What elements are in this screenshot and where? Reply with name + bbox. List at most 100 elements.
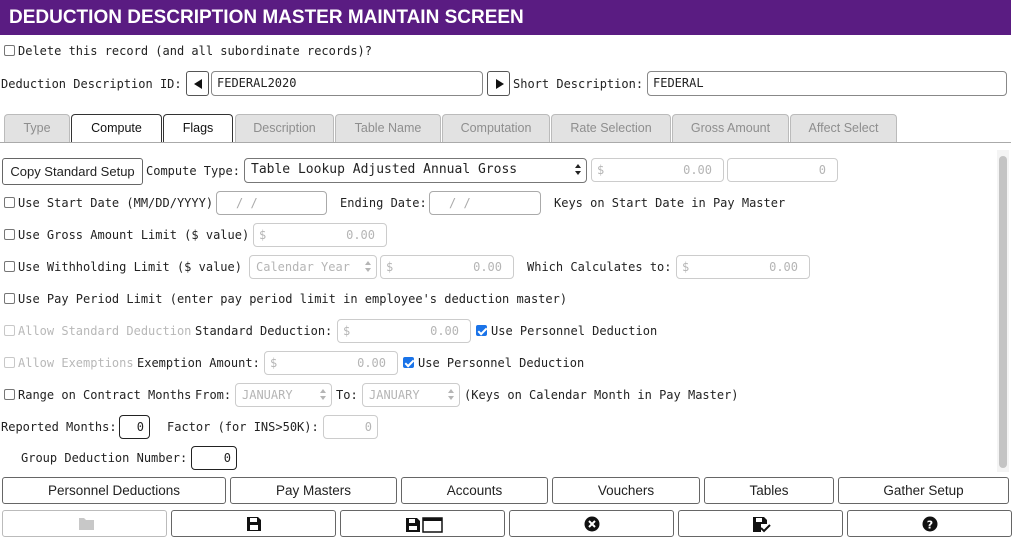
- from-label: From:: [195, 388, 232, 402]
- delete-record-checkbox[interactable]: [4, 45, 15, 56]
- use-start-date-label: Use Start Date (MM/DD/YYYY): [18, 196, 214, 210]
- help-icon: ?: [922, 516, 938, 532]
- personnel-deductions-button[interactable]: Personnel Deductions: [2, 477, 226, 504]
- compute-amount-value: 0.00: [683, 163, 712, 177]
- allow-standard-deduction-label: Allow Standard Deduction: [18, 324, 192, 338]
- exemption-amount-label: Exemption Amount:: [137, 356, 260, 370]
- compute-type-select[interactable]: Table Lookup Adjusted Annual Gross: [244, 158, 587, 183]
- reported-months-label: Reported Months:: [1, 420, 117, 434]
- arrow-right-icon: [496, 79, 504, 89]
- tab-computation[interactable]: Computation: [442, 114, 550, 142]
- start-date-input[interactable]: / /: [216, 191, 327, 215]
- which-calculates-input[interactable]: $0.00: [676, 255, 810, 279]
- standard-deduction-input[interactable]: $0.00: [337, 319, 471, 343]
- tab-description[interactable]: Description: [235, 114, 334, 142]
- tab-flags[interactable]: Flags: [163, 114, 233, 143]
- use-personnel-deduction-checkbox-1[interactable]: [476, 325, 487, 336]
- group-deduction-input[interactable]: 0: [191, 446, 237, 470]
- ending-date-label: Ending Date:: [340, 196, 427, 210]
- range-contract-months-checkbox[interactable]: [4, 389, 15, 400]
- use-personnel-deduction-checkbox-2[interactable]: [403, 357, 414, 368]
- std-ded-value: 0.00: [430, 324, 459, 338]
- tab-gross-amount[interactable]: Gross Amount: [672, 114, 789, 142]
- to-label: To:: [336, 388, 358, 402]
- which-calculates-label: Which Calculates to:: [527, 260, 672, 274]
- delete-record-label: Delete this record (and all subordinate …: [18, 44, 373, 58]
- to-month-select[interactable]: JANUARY: [362, 383, 460, 407]
- save-window-icon: [406, 517, 443, 533]
- withholding-value: 0.00: [473, 260, 502, 274]
- copy-standard-setup-button[interactable]: Copy Standard Setup: [2, 158, 143, 185]
- save-check-icon: [753, 517, 771, 533]
- use-withholding-limit-checkbox[interactable]: [4, 261, 15, 272]
- factor-label: Factor (for INS>50K):: [167, 420, 319, 434]
- reported-months-input[interactable]: 0: [119, 415, 150, 439]
- gather-setup-button[interactable]: Gather Setup: [838, 477, 1009, 504]
- factor-value: 0: [364, 420, 372, 434]
- save-button[interactable]: [171, 510, 336, 537]
- folder-icon: [79, 518, 94, 530]
- use-start-date-checkbox[interactable]: [4, 197, 15, 208]
- which-calc-value: 0.00: [769, 260, 798, 274]
- tab-affect-select[interactable]: Affect Select: [790, 114, 897, 142]
- allow-exemptions-checkbox[interactable]: [4, 357, 15, 368]
- accounts-button[interactable]: Accounts: [401, 477, 548, 504]
- allow-standard-deduction-checkbox[interactable]: [4, 325, 15, 336]
- use-pay-period-limit-checkbox[interactable]: [4, 293, 15, 304]
- from-month-select[interactable]: JANUARY: [235, 383, 332, 407]
- tables-button[interactable]: Tables: [704, 477, 834, 504]
- factor-input[interactable]: 0: [323, 415, 378, 439]
- page-title: DEDUCTION DESCRIPTION MASTER MAINTAIN SC…: [0, 0, 1011, 35]
- svg-text:?: ?: [927, 519, 933, 532]
- compute-count-input[interactable]: 0: [727, 158, 838, 182]
- use-gross-limit-label: Use Gross Amount Limit ($ value): [18, 228, 250, 242]
- tab-compute[interactable]: Compute: [71, 114, 162, 143]
- group-deduction-value: 0: [223, 451, 231, 465]
- save-window-button[interactable]: [340, 510, 505, 537]
- short-description-input[interactable]: FEDERAL: [647, 71, 1007, 96]
- tab-table-name[interactable]: Table Name: [335, 114, 441, 142]
- compute-type-value: Table Lookup Adjusted Annual Gross: [251, 162, 518, 177]
- ending-date-input[interactable]: / /: [429, 191, 541, 215]
- prev-record-button[interactable]: [186, 71, 209, 96]
- range-contract-months-label: Range on Contract Months: [18, 388, 192, 402]
- open-folder-button[interactable]: [2, 510, 167, 537]
- exemption-amount-input[interactable]: $0.00: [264, 351, 398, 375]
- ending-date-value: / /: [449, 196, 471, 210]
- deduction-id-input[interactable]: FEDERAL2020: [211, 71, 483, 96]
- help-button[interactable]: ?: [847, 510, 1012, 537]
- pay-masters-button[interactable]: Pay Masters: [230, 477, 397, 504]
- exempt-prefix: $: [270, 356, 278, 370]
- cancel-button[interactable]: [509, 510, 674, 537]
- gross-limit-input[interactable]: $0.00: [253, 223, 387, 247]
- arrow-left-icon: [194, 79, 202, 89]
- withholding-period-value: Calendar Year: [256, 260, 350, 274]
- tab-divider: [0, 142, 1011, 143]
- group-deduction-label: Group Deduction Number:: [21, 451, 188, 465]
- use-personnel-deduction-label-1: Use Personnel Deduction: [491, 324, 658, 338]
- compute-amount-prefix: $: [597, 163, 605, 177]
- compute-amount-input[interactable]: $0.00: [591, 158, 724, 182]
- deduction-id-label: Deduction Description ID:: [1, 77, 182, 91]
- compute-type-label: Compute Type:: [146, 164, 240, 178]
- tab-type[interactable]: Type: [4, 114, 70, 142]
- withholding-period-select[interactable]: Calendar Year: [249, 255, 377, 279]
- gross-limit-prefix: $: [259, 228, 267, 242]
- keys-start-date-text: Keys on Start Date in Pay Master: [554, 196, 786, 210]
- deduction-id-value: FEDERAL2020: [217, 76, 297, 90]
- to-month-value: JANUARY: [369, 388, 420, 402]
- reported-months-value: 0: [136, 420, 144, 434]
- short-description-value: FEDERAL: [653, 76, 704, 90]
- keys-calendar-text: (Keys on Calendar Month in Pay Master): [464, 388, 739, 402]
- next-record-button[interactable]: [487, 71, 510, 96]
- save-check-button[interactable]: [678, 510, 843, 537]
- withholding-prefix: $: [386, 260, 394, 274]
- which-calc-prefix: $: [682, 260, 690, 274]
- use-pay-period-limit-label: Use Pay Period Limit (enter pay period l…: [18, 292, 568, 306]
- use-gross-limit-checkbox[interactable]: [4, 229, 15, 240]
- vouchers-button[interactable]: Vouchers: [552, 477, 700, 504]
- tab-rate-selection[interactable]: Rate Selection: [551, 114, 671, 142]
- save-icon: [247, 517, 261, 531]
- scrollbar-thumb[interactable]: [999, 156, 1007, 468]
- withholding-limit-input[interactable]: $0.00: [380, 255, 514, 279]
